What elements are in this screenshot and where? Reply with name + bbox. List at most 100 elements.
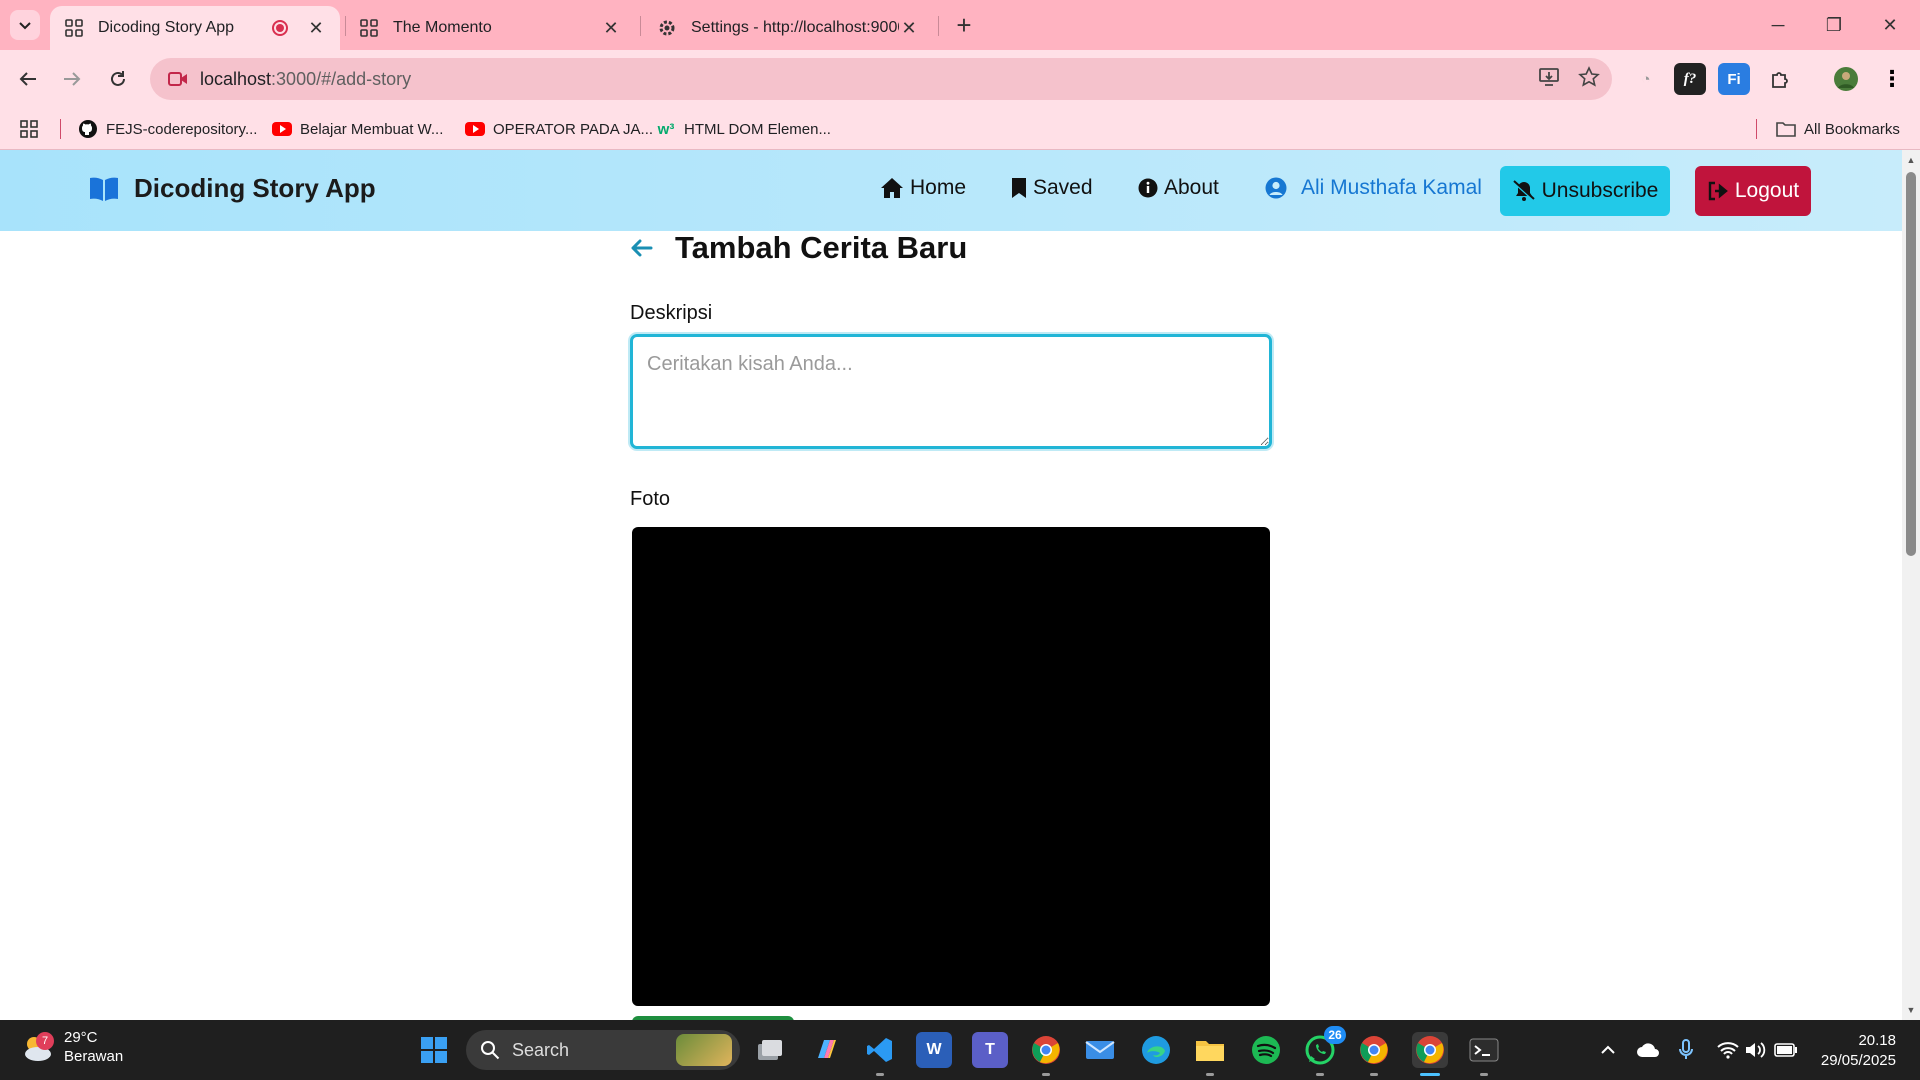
description-label: Deskripsi xyxy=(630,302,713,324)
bookmarks-divider xyxy=(60,108,61,150)
word-icon[interactable]: W xyxy=(916,1032,952,1068)
nav-home-label: Home xyxy=(910,176,967,199)
show-hidden-icons-chevron-icon[interactable] xyxy=(1596,1038,1620,1062)
unsubscribe-button[interactable]: Unsubscribe xyxy=(1500,166,1670,216)
scroll-down-arrow-icon[interactable]: ▼ xyxy=(1902,1002,1920,1018)
url-host: localhost xyxy=(200,68,272,89)
logout-label: Logout xyxy=(1734,179,1800,202)
sign-out-icon xyxy=(1708,181,1728,201)
brand[interactable]: Dicoding Story App xyxy=(88,173,376,204)
apps-button[interactable] xyxy=(20,108,38,150)
app-grid-icon xyxy=(359,18,379,38)
apps-grid-icon xyxy=(20,120,38,138)
whatsapp-icon[interactable]: 26 xyxy=(1302,1026,1346,1076)
battery-icon[interactable] xyxy=(1774,1038,1798,1062)
tab-search-button[interactable] xyxy=(10,10,40,40)
wifi-icon[interactable] xyxy=(1716,1038,1740,1062)
book-open-icon xyxy=(90,177,118,201)
microphone-icon[interactable] xyxy=(1674,1038,1698,1062)
scroll-up-arrow-icon[interactable]: ▲ xyxy=(1902,152,1920,168)
reload-button[interactable] xyxy=(102,63,134,95)
edge-icon[interactable] xyxy=(1138,1032,1174,1068)
vscode-icon[interactable] xyxy=(862,1032,898,1076)
plus-icon: + xyxy=(956,10,972,40)
back-to-home-button[interactable] xyxy=(629,238,653,258)
unsubscribe-label: Unsubscribe xyxy=(1541,179,1659,202)
whatsapp-unread-badge: 26 xyxy=(1324,1026,1346,1044)
restore-button[interactable]: ❐ xyxy=(1814,10,1854,40)
arrow-left-icon xyxy=(19,72,36,86)
bookmark-html-dom[interactable]: w³ HTML DOM Elemen... xyxy=(656,108,831,150)
windows-taskbar: 7 29°C Berawan Search W T 26 20.18 29/05… xyxy=(0,1020,1920,1080)
start-button[interactable] xyxy=(416,1032,452,1068)
task-view-icon[interactable] xyxy=(752,1032,788,1068)
running-indicator xyxy=(1370,1073,1378,1076)
onedrive-cloud-icon[interactable] xyxy=(1636,1038,1660,1062)
gear-icon xyxy=(657,18,677,38)
copilot-icon[interactable] xyxy=(808,1032,844,1068)
nav-user-profile[interactable]: Ali Musthafa Kamal xyxy=(1265,176,1482,200)
tab-title: The Momento xyxy=(393,19,492,36)
bookmark-fejs[interactable]: FEJS-coderepository... xyxy=(78,108,257,150)
chrome-profile-icon[interactable] xyxy=(1356,1032,1392,1076)
profile-avatar[interactable] xyxy=(1830,63,1862,95)
bookmark-star-icon[interactable] xyxy=(1578,66,1600,93)
terminal-icon[interactable] xyxy=(1466,1032,1502,1076)
search-icon xyxy=(481,1041,500,1060)
file-explorer-icon[interactable] xyxy=(1192,1032,1228,1076)
tab-dicoding-story-app[interactable]: Dicoding Story App ✕ xyxy=(50,6,340,50)
description-textarea[interactable] xyxy=(630,334,1272,449)
extensions-puzzle-icon[interactable] xyxy=(1764,63,1796,95)
chrome-icon[interactable] xyxy=(1028,1032,1064,1076)
close-icon[interactable]: ✕ xyxy=(601,18,621,38)
install-app-icon[interactable] xyxy=(1538,66,1560,93)
spotify-icon[interactable] xyxy=(1248,1032,1284,1068)
camera-preview[interactable] xyxy=(632,527,1270,1006)
teams-icon[interactable]: T xyxy=(972,1032,1008,1068)
extension-fx-icon[interactable]: f? xyxy=(1674,63,1706,95)
mail-icon[interactable] xyxy=(1082,1032,1118,1068)
bookmark-label: FEJS-coderepository... xyxy=(106,120,258,138)
nav-saved[interactable]: Saved xyxy=(1011,176,1093,200)
close-window-button[interactable]: ✕ xyxy=(1870,10,1910,40)
active-indicator xyxy=(1420,1073,1440,1076)
extension-ghost-icon[interactable]: ◔ xyxy=(1630,63,1662,95)
url-path: :3000/#/add-story xyxy=(271,68,412,89)
chrome-active-icon[interactable] xyxy=(1412,1032,1448,1076)
arrow-left-icon xyxy=(631,239,653,257)
tab-settings[interactable]: Settings - http://localhost:9000 ✕ xyxy=(643,6,933,50)
nav-home[interactable]: Home xyxy=(880,176,966,200)
youtube-icon xyxy=(272,119,292,139)
address-bar[interactable]: localhost:3000/#/add-story xyxy=(150,58,1612,100)
page-scrollbar[interactable]: ▲ ▼ xyxy=(1902,150,1920,1020)
tab-the-momento[interactable]: The Momento ✕ xyxy=(345,6,635,50)
cloudy-weather-icon: 7 xyxy=(20,1030,54,1064)
new-tab-button[interactable]: + xyxy=(950,12,978,40)
minimize-button[interactable]: ─ xyxy=(1758,10,1798,40)
search-label: Search xyxy=(512,1039,570,1060)
close-icon[interactable]: ✕ xyxy=(306,18,326,38)
browser-menu-icon[interactable]: ⋮ xyxy=(1876,63,1908,95)
page-viewport: Dicoding Story App Home Saved About Ali … xyxy=(0,150,1920,1020)
bookmark-operator-pada[interactable]: OPERATOR PADA JA... xyxy=(465,108,653,150)
back-button[interactable] xyxy=(12,63,44,95)
user-name: Ali Musthafa Kamal xyxy=(1301,176,1482,199)
extension-fi-icon[interactable]: Fi xyxy=(1718,63,1750,95)
system-clock[interactable]: 20.18 29/05/2025 xyxy=(1821,1031,1896,1071)
logout-button[interactable]: Logout xyxy=(1695,166,1811,216)
all-bookmarks-button[interactable]: All Bookmarks xyxy=(1776,108,1900,150)
running-indicator xyxy=(876,1073,884,1076)
taskbar-search[interactable]: Search xyxy=(466,1030,740,1070)
scroll-thumb[interactable] xyxy=(1906,172,1916,556)
reload-icon xyxy=(111,71,125,86)
volume-icon[interactable] xyxy=(1744,1038,1768,1062)
weather-widget[interactable]: 7 29°C Berawan xyxy=(20,1028,123,1066)
close-icon: ✕ xyxy=(1882,14,1898,35)
nav-saved-label: Saved xyxy=(1033,176,1093,199)
forward-button[interactable] xyxy=(56,63,88,95)
nav-about[interactable]: About xyxy=(1138,176,1219,200)
page-title-text: Tambah Cerita Baru xyxy=(675,230,968,265)
app-header: Dicoding Story App Home Saved About Ali … xyxy=(0,150,1902,231)
close-icon[interactable]: ✕ xyxy=(899,18,919,38)
bookmark-belajar-membuat[interactable]: Belajar Membuat W... xyxy=(272,108,443,150)
